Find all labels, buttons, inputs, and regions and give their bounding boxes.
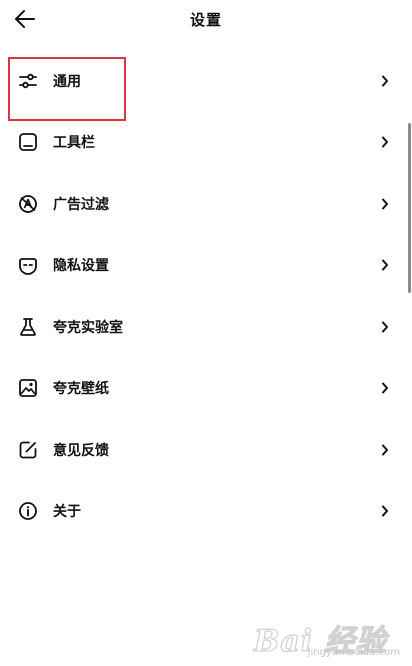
ad-filter-icon [17,193,39,215]
menu-item-toolbar[interactable]: 工具栏 [0,112,412,174]
menu-item-about[interactable]: 关于 [0,481,412,543]
chevron-right-icon [380,135,390,149]
menu-item-label: 工具栏 [53,135,95,152]
menu-item-label: 广告过滤 [53,196,109,213]
chevron-right-icon [380,320,390,334]
watermark-url: jingyan.baidu.com [307,647,400,658]
menu-item-feedback[interactable]: 意见反馈 [0,419,412,481]
menu-item-general[interactable]: 通用 [0,50,412,112]
menu-item-label: 隐私设置 [53,258,109,275]
menu-item-wallpaper[interactable]: 夸克壁纸 [0,358,412,420]
chevron-right-icon [380,504,390,518]
flask-icon [17,316,39,338]
toolbar-icon [17,131,39,153]
menu-item-lab[interactable]: 夸克实验室 [0,296,412,358]
menu-item-label: 通用 [53,73,81,90]
info-icon [17,500,39,522]
settings-list: 通用 工具栏 广告过滤 隐私设置 夸克实验室 夸克壁纸 意见反馈 关于 [0,50,412,542]
menu-item-label: 夸克壁纸 [53,381,109,398]
watermark-logo: Bai 经验 jingyan.baidu.com [253,616,404,659]
menu-item-privacy[interactable]: 隐私设置 [0,235,412,297]
page-title: 设置 [189,11,222,29]
menu-item-label: 夸克实验室 [53,319,123,336]
header: 设置 [0,0,412,38]
chevron-right-icon [380,258,390,272]
scrollbar[interactable] [408,123,411,293]
feedback-edit-icon [17,439,39,461]
chevron-right-icon [380,443,390,457]
menu-item-label: 关于 [53,504,81,521]
chevron-right-icon [380,381,390,395]
sliders-icon [17,70,39,92]
menu-item-ad-filter[interactable]: 广告过滤 [0,173,412,235]
chevron-right-icon [380,74,390,88]
chevron-right-icon [380,197,390,211]
wallpaper-image-icon [17,377,39,399]
menu-item-label: 意见反馈 [53,442,109,459]
privacy-mask-icon [17,254,39,276]
